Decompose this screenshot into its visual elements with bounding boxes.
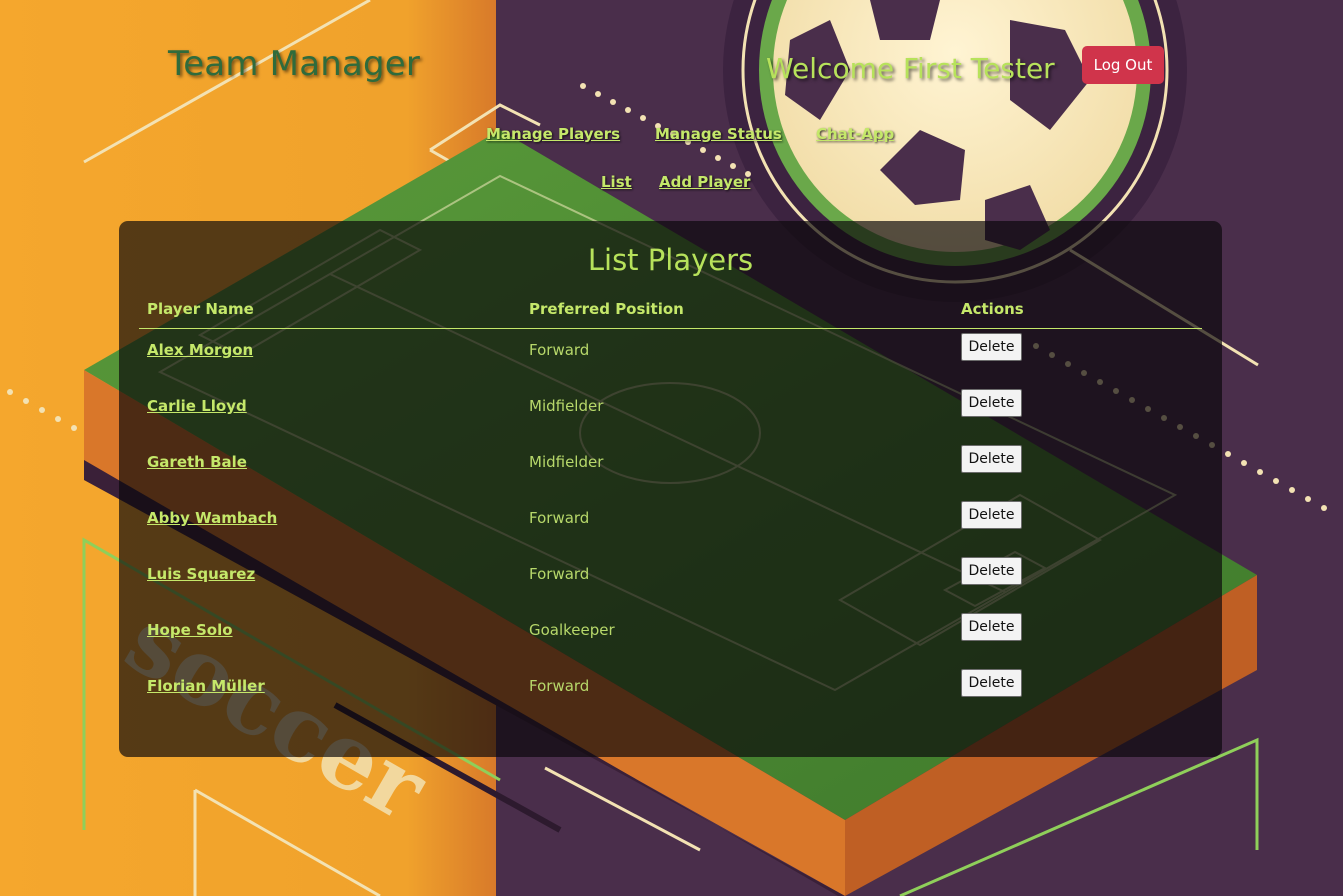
player-name-link[interactable]: Hope Solo [147,621,233,639]
player-name-link[interactable]: Alex Morgon [147,341,253,359]
page: soccer Team Manager Welcome First Tester… [0,0,1343,896]
header-divider [139,328,1202,329]
panel-title: List Players [587,243,754,277]
table-row: Alex Morgon Forward Delete [119,333,1222,397]
player-name-link[interactable]: Luis Squarez [147,565,255,583]
players-list-panel: List Players Player Name Preferred Posit… [119,221,1222,757]
column-header-player-name: Player Name [147,300,254,318]
player-position: Forward [529,509,590,527]
nav-list[interactable]: List [601,173,632,191]
delete-button[interactable]: Delete [961,613,1022,641]
player-position: Midfielder [529,453,604,471]
player-position: Midfielder [529,397,604,415]
table-row: Gareth Bale Midfielder Delete [119,445,1222,509]
column-header-preferred-position: Preferred Position [529,300,684,318]
app-title: Team Manager [168,44,421,84]
delete-button[interactable]: Delete [961,389,1022,417]
nav-manage-players[interactable]: Manage Players [486,125,620,143]
delete-button[interactable]: Delete [961,501,1022,529]
table-row: Abby Wambach Forward Delete [119,501,1222,565]
delete-button[interactable]: Delete [961,445,1022,473]
table-row: Hope Solo Goalkeeper Delete [119,613,1222,677]
table-row: Luis Squarez Forward Delete [119,557,1222,621]
player-position: Goalkeeper [529,621,615,639]
delete-button[interactable]: Delete [961,557,1022,585]
delete-button[interactable]: Delete [961,669,1022,697]
column-header-actions: Actions [961,300,1024,318]
table-row: Florian Müller Forward Delete [119,669,1222,733]
player-name-link[interactable]: Florian Müller [147,677,265,695]
player-name-link[interactable]: Gareth Bale [147,453,247,471]
welcome-message: Welcome First Tester [766,52,1055,85]
nav-manage-status[interactable]: Manage Status [655,125,782,143]
nav-chat-app[interactable]: Chat-App [816,125,894,143]
player-position: Forward [529,565,590,583]
player-name-link[interactable]: Carlie Lloyd [147,397,247,415]
logout-button[interactable]: Log Out [1082,46,1164,84]
table-row: Carlie Lloyd Midfielder Delete [119,389,1222,453]
player-name-link[interactable]: Abby Wambach [147,509,277,527]
player-position: Forward [529,341,590,359]
delete-button[interactable]: Delete [961,333,1022,361]
nav-add-player[interactable]: Add Player [659,173,750,191]
player-position: Forward [529,677,590,695]
